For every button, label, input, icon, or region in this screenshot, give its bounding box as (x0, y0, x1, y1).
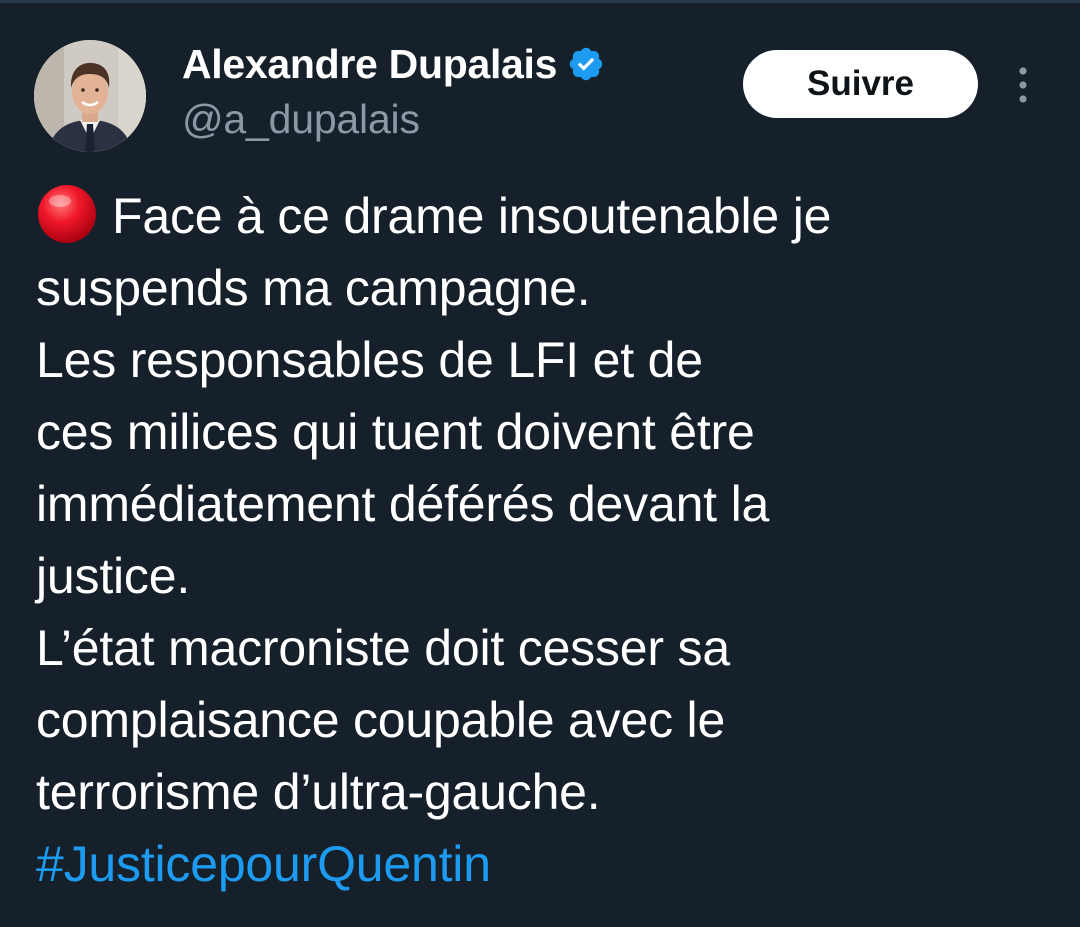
tweet-text: Face à ce drame insoutenable je suspends… (36, 180, 1046, 900)
tweet-line: Face à ce drame insoutenable je (36, 180, 1046, 252)
follow-button[interactable]: Suivre (743, 50, 978, 118)
author-display-name[interactable]: Alexandre Dupalais (182, 41, 557, 88)
tweet-line: Les responsables de LFI et de (36, 332, 703, 388)
avatar-photo (34, 40, 146, 152)
author-handle[interactable]: @a_dupalais (182, 96, 420, 143)
tweet-card: Alexandre Dupalais @a_dupalais Suivre Fa… (0, 0, 1080, 927)
hashtag-link[interactable]: #JusticepourQuentin (36, 836, 491, 892)
red-circle-icon (36, 183, 98, 245)
avatar[interactable] (34, 40, 146, 152)
more-vertical-icon[interactable] (1010, 64, 1036, 106)
author-name-row: Alexandre Dupalais (182, 38, 605, 90)
tweet-line: complaisance coupable avec le (36, 692, 726, 748)
tweet-line: #JusticepourQuentin (36, 828, 1046, 900)
tweet-line: immédiatement déférés devant la (36, 476, 770, 532)
tweet-line-text: Face à ce drame insoutenable je (112, 188, 832, 244)
tweet-line: justice. (36, 548, 191, 604)
verified-badge-icon (567, 45, 605, 83)
tweet-line: ces milices qui tuent doivent être (36, 404, 755, 460)
tweet-line: suspends ma campagne. (36, 260, 591, 316)
tweet-line: L’état macroniste doit cesser sa (36, 620, 730, 676)
tweet-line: terrorisme d’ultra-gauche. (36, 764, 601, 820)
